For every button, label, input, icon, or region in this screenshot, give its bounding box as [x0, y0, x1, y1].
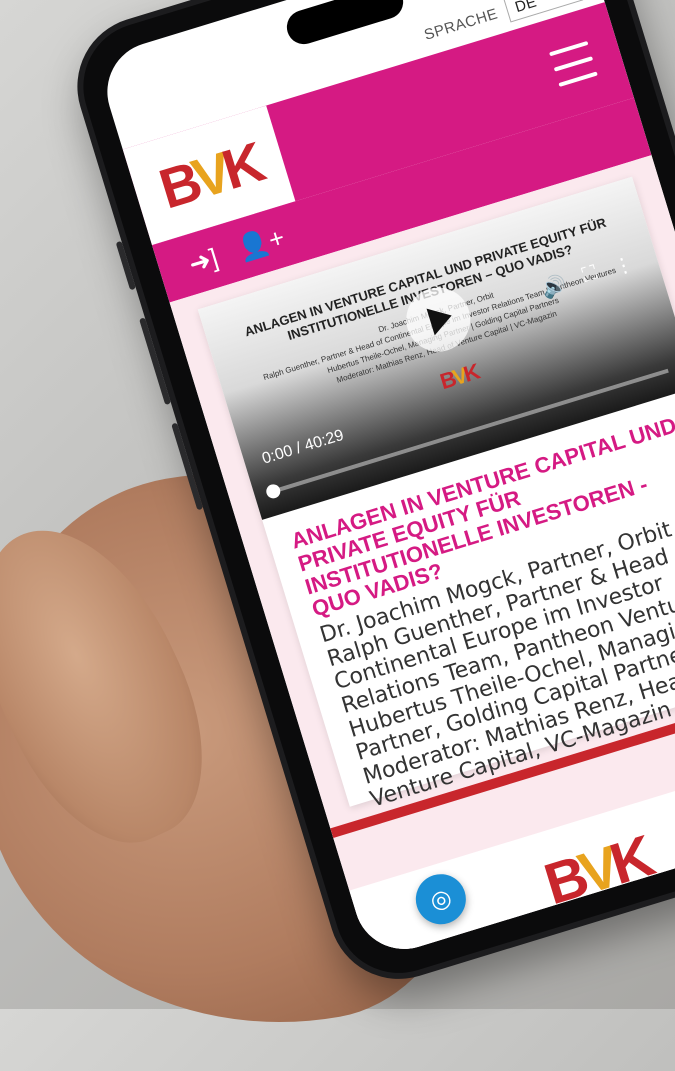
dynamic-island [282, 0, 408, 49]
video-scrubber[interactable] [264, 482, 283, 501]
play-icon [426, 302, 456, 336]
fullscreen-icon[interactable]: ⛶ [580, 262, 601, 290]
video-logo: BVK [437, 359, 481, 395]
language-value: DE [513, 0, 539, 17]
chevron-down-icon: ﹀ [559, 0, 573, 1]
bvk-logo: BVK [151, 130, 267, 221]
footer-logo: BVK [537, 824, 657, 918]
add-user-icon[interactable]: 👤+ [234, 222, 288, 265]
video-time: 0:00 / 40:29 [260, 426, 346, 468]
login-icon[interactable]: ➜] [185, 242, 222, 279]
menu-icon[interactable] [549, 40, 598, 87]
